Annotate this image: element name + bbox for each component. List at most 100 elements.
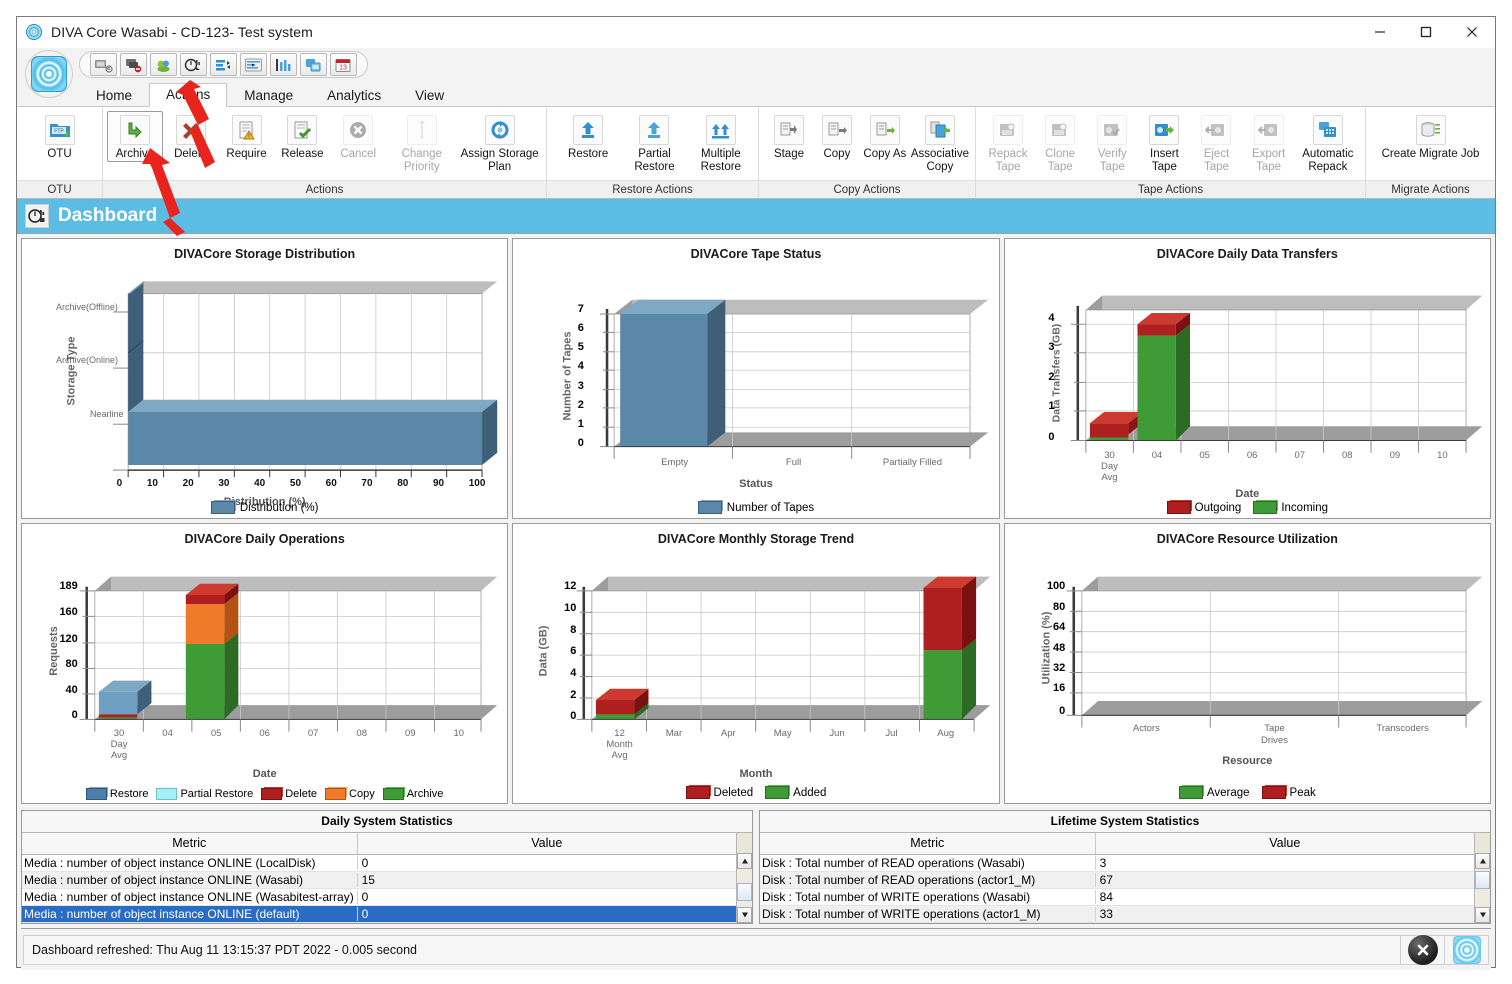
cell-value: 0 [361, 907, 369, 921]
scroll-thumb[interactable] [1475, 871, 1490, 889]
table-row[interactable]: Disk : Total number of READ operations (… [760, 855, 1474, 872]
analytics-icon[interactable] [270, 53, 297, 76]
chart-plot-daily-operations: Requests 189 160 120 80 40 0 30 Day Avg … [22, 546, 507, 801]
requests-icon[interactable] [210, 53, 237, 76]
column-header-metric[interactable]: Metric [760, 833, 1096, 854]
scroll-down-button[interactable] [1475, 907, 1490, 923]
tab-home[interactable]: Home [79, 84, 149, 107]
daily-stats-vertical-scrollbar[interactable] [736, 833, 752, 923]
chart-title-storage-distribution: DIVACore Storage Distribution [174, 247, 356, 261]
schedule-icon[interactable]: 13 [330, 53, 357, 76]
table-row[interactable]: Disk : Total number of READ operations (… [760, 872, 1474, 889]
archive-button[interactable]: Archive [107, 111, 163, 162]
partial-restore-button[interactable]: Partial Restore [621, 111, 687, 174]
ytick-4: 4 [577, 360, 584, 373]
release-button[interactable]: Release [274, 111, 330, 162]
minimize-button[interactable] [1357, 17, 1403, 48]
create-migrate-job-button[interactable]: Create Migrate Job [1377, 111, 1485, 162]
ytick-1: 1 [1048, 399, 1055, 412]
xtick-transcoders: Transcoders [1376, 723, 1429, 735]
tab-analytics[interactable]: Analytics [310, 84, 398, 107]
ytick-archive-online: Archive(Online) [55, 355, 118, 366]
scroll-track[interactable] [1475, 869, 1490, 907]
legend-swatch [697, 501, 722, 514]
table-row[interactable]: Disk : Total number of WRITE operations … [760, 906, 1474, 923]
lifetime-stats-header-row: Metric Value [760, 833, 1474, 855]
require-button[interactable]: ! Require [219, 111, 275, 162]
copy-as-button[interactable]: Copy As [861, 111, 909, 162]
require-button-label: Require [226, 148, 267, 160]
legend-swatch-archive [382, 788, 404, 800]
archive-arrow-icon [119, 115, 150, 145]
multiple-restore-button[interactable]: Multiple Restore [688, 111, 754, 174]
automatic-repack-button-label: Automatic Repack [1302, 148, 1354, 173]
tab-actions[interactable]: Actions [149, 83, 228, 107]
close-button[interactable] [1449, 17, 1495, 48]
archive-objects-icon[interactable] [150, 53, 177, 76]
column-header-value[interactable]: Value [1096, 833, 1474, 854]
scroll-up-button[interactable] [1475, 853, 1490, 869]
ytick-archive-offline: Archive(Offline) [55, 301, 118, 312]
table-row[interactable]: Media : number of object instance ONLINE… [22, 872, 736, 889]
scroll-track[interactable] [737, 869, 752, 907]
status-close-cell[interactable] [1401, 934, 1445, 965]
copy-button-label: Copy [823, 148, 851, 160]
change-priority-button-label: Change Priority [401, 148, 442, 173]
table-row-selected[interactable]: Media : number of object instance ONLINE… [22, 906, 736, 923]
maximize-button[interactable] [1403, 17, 1449, 48]
tab-view[interactable]: View [398, 84, 461, 107]
legend-label-added: Added [793, 786, 827, 799]
status-app-cell[interactable] [1445, 934, 1489, 965]
column-header-metric[interactable]: Metric [22, 833, 358, 854]
ytick-10: 10 [564, 602, 577, 615]
application-window: DIVA Core Wasabi - CD-123- Test system 1… [16, 16, 1496, 970]
automatic-repack-button[interactable]: Automatic Repack [1295, 111, 1361, 174]
assign-storage-plan-button[interactable]: Assign Storage Plan [457, 111, 542, 174]
chart-legend-daily-data-transfers: Outgoing Incoming [1005, 501, 1490, 514]
xtick-60: 60 [325, 477, 337, 489]
diva-target-icon[interactable] [1452, 935, 1481, 964]
xtick-09: 09 [404, 728, 416, 740]
cancel-transfer-icon[interactable] [120, 53, 147, 76]
ytick-4: 4 [1048, 312, 1055, 324]
chart-title-tape-status: DIVACore Tape Status [690, 247, 822, 261]
scroll-down-button[interactable] [737, 907, 752, 923]
table-row[interactable]: Media : number of object instance ONLINE… [22, 889, 736, 906]
copy-button[interactable]: Copy [813, 111, 861, 162]
associative-copy-button[interactable]: Associative Copy [909, 111, 971, 174]
xtick-mar: Mar [665, 728, 683, 740]
xtick-20: 20 [182, 477, 194, 489]
scroll-thumb[interactable] [737, 883, 752, 901]
copies-icon[interactable] [300, 53, 327, 76]
column-header-value[interactable]: Value [358, 833, 736, 854]
xtick-30-day-avg-line2: Day [110, 739, 128, 751]
verify-tape-icon [1097, 115, 1128, 145]
table-row[interactable]: Disk : Total number of WRITE operations … [760, 889, 1474, 906]
dashboard-icon[interactable] [180, 53, 207, 76]
ytick-5: 5 [577, 341, 584, 354]
tab-manage[interactable]: Manage [227, 84, 310, 107]
app-menu-orb-button[interactable] [25, 50, 73, 98]
axis-label-x-daily-data-transfers: Date [1235, 487, 1260, 500]
ribbon-group-otu-label: OTU [17, 180, 102, 198]
scroll-up-button[interactable] [737, 853, 752, 869]
transfer-icon[interactable] [90, 53, 117, 76]
restore-button[interactable]: Restore [555, 111, 621, 162]
otu-button[interactable]: FTP OTU [21, 111, 98, 162]
cell-value: 0 [361, 856, 369, 870]
stage-button[interactable]: Stage [765, 111, 813, 162]
ribbon-group-tape-actions: Repack Tape Clone Tape Verify Tape Inser… [976, 107, 1366, 198]
xtick-12-month-avg-line3: Avg [611, 750, 628, 762]
insert-tape-button[interactable]: Insert Tape [1138, 111, 1190, 174]
table-row[interactable]: Media : number of object instance ONLINE… [22, 855, 736, 872]
ribbon-group-otu: FTP OTU OTU [17, 107, 103, 198]
jobs-icon[interactable] [240, 53, 267, 76]
delete-button-label: Delete [174, 148, 208, 160]
chart-legend-tape-status: Number of Tapes [513, 501, 998, 514]
automatic-repack-icon [1312, 115, 1343, 145]
ytick-64: 64 [1053, 621, 1066, 634]
close-circle-icon[interactable] [1407, 934, 1438, 965]
lifetime-stats-vertical-scrollbar[interactable] [1474, 833, 1490, 923]
xtick-09: 09 [1389, 449, 1401, 461]
delete-button[interactable]: Delete [163, 111, 219, 162]
